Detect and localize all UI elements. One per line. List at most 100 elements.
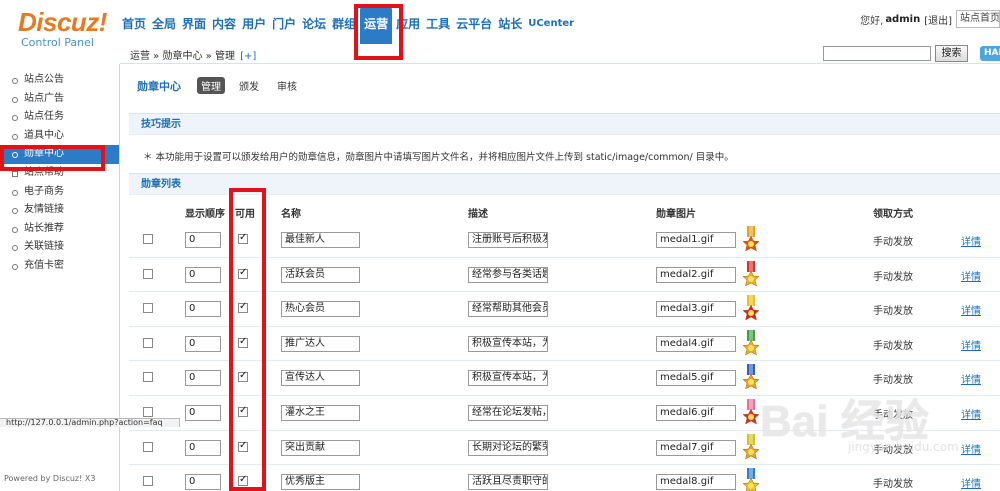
nav-item-11[interactable]: 云平台 xyxy=(454,0,494,44)
name-input[interactable]: 灌水之王 xyxy=(281,405,360,421)
sidebar-item-0[interactable]: 站点公告 xyxy=(0,71,119,90)
detail-link[interactable]: 详情 xyxy=(961,441,981,456)
sidebar-item-7[interactable]: 友情链接 xyxy=(0,201,119,220)
row-select-checkbox[interactable] xyxy=(143,372,153,383)
tab-0[interactable]: 管理 xyxy=(197,77,225,94)
name-input[interactable]: 最佳新人 xyxy=(281,232,360,248)
order-input[interactable]: 0 xyxy=(185,370,221,387)
detail-link[interactable]: 详情 xyxy=(961,337,981,352)
desc-input[interactable]: 积极宣传本站，为本 xyxy=(468,370,548,387)
nav-item-5[interactable]: 门户 xyxy=(270,0,298,44)
col-desc: 描述 xyxy=(468,209,488,220)
image-input[interactable]: medal5.gif xyxy=(656,370,736,387)
page-tabs: 管理 颁发 审核 xyxy=(197,77,311,94)
order-input[interactable]: 0 xyxy=(185,439,221,456)
breadcrumb-path: 运营 » 勋章中心 » 管理 xyxy=(130,51,235,62)
tab-2[interactable]: 审核 xyxy=(273,77,301,94)
sidebar-list: 站点公告 站点广告 站点任务 道具中心 勋章中心 站点帮助 电子商务 友情链接 站长推荐 关联链接… xyxy=(0,71,119,276)
highlight-operation-tab xyxy=(354,4,403,60)
detail-link[interactable]: 详情 xyxy=(961,371,981,386)
sidebar-item-9[interactable]: 关联链接 xyxy=(0,238,119,257)
desc-input[interactable]: 积极宣传本站，为本 xyxy=(468,335,548,352)
row-select-checkbox[interactable] xyxy=(143,476,153,487)
image-input[interactable]: medal7.gif xyxy=(656,439,736,456)
row-select-checkbox[interactable] xyxy=(143,234,153,244)
nav-item-0[interactable]: 首页 xyxy=(120,0,148,44)
image-input[interactable]: medal4.gif xyxy=(656,335,736,352)
nav-item-3[interactable]: 内容 xyxy=(210,0,238,44)
logo[interactable]: Discuz! Control Panel xyxy=(18,8,118,50)
tab-1[interactable]: 颁发 xyxy=(235,77,263,94)
row-select-checkbox[interactable] xyxy=(143,337,153,348)
detail-link[interactable]: 详情 xyxy=(961,233,981,248)
search-input[interactable] xyxy=(823,46,931,61)
medal-icon xyxy=(742,399,760,425)
row-select-checkbox[interactable] xyxy=(143,268,153,279)
logo-subtext: Control Panel xyxy=(21,36,94,49)
method-text: 手动发放 xyxy=(873,479,913,491)
detail-link[interactable]: 详情 xyxy=(961,302,981,317)
image-input[interactable]: medal2.gif xyxy=(656,266,736,283)
sidebar-item-10[interactable]: 充值卡密 xyxy=(0,257,119,276)
sidebar-item-8[interactable]: 站长推荐 xyxy=(0,220,119,239)
nav-item-12[interactable]: 站长 xyxy=(496,0,524,44)
nav-item-13[interactable]: UCenter xyxy=(526,0,576,44)
row-select-checkbox[interactable] xyxy=(143,441,153,452)
nav-item-10[interactable]: 工具 xyxy=(424,0,452,44)
desc-input[interactable]: 活跃且尽责职守的版 xyxy=(468,474,548,491)
order-input[interactable]: 0 xyxy=(185,335,221,352)
name-input[interactable]: 突出贡献 xyxy=(281,439,360,456)
order-input[interactable]: 0 xyxy=(185,474,221,491)
desc-input[interactable]: 经常在论坛发帖，且 xyxy=(468,405,548,421)
medal-icon xyxy=(742,468,760,491)
nav-item-1[interactable]: 全局 xyxy=(150,0,178,44)
method-text: 手动发放 xyxy=(873,237,913,248)
name-input[interactable]: 宣传达人 xyxy=(281,370,360,387)
tips-header: 技巧提示 xyxy=(129,113,1000,135)
image-input[interactable]: medal6.gif xyxy=(656,405,736,421)
order-input[interactable]: 0 xyxy=(185,405,221,421)
nav-item-6[interactable]: 论坛 xyxy=(300,0,328,44)
top-navigation: 首页 全局 界面 内容 用户 门户 论坛 群组 运营 应用 工具 云平台 站长 UCenter xyxy=(120,0,578,44)
name-input[interactable]: 优秀版主 xyxy=(281,474,360,491)
search-button[interactable]: 搜索 xyxy=(935,45,968,62)
row-select-checkbox[interactable] xyxy=(143,407,153,417)
medal-icon xyxy=(742,226,760,252)
site-home-select[interactable]: 站点首页 xyxy=(956,10,1000,28)
breadcrumb: 运营 » 勋章中心 » 管理 [+] xyxy=(130,47,256,62)
name-input[interactable]: 推广达人 xyxy=(281,335,360,352)
watermark-logo: Bai 经验 xyxy=(760,397,929,446)
desc-input[interactable]: 经常帮助其他会员答 xyxy=(468,301,548,318)
tips-text: ＊ 本功能用于设置可以颁发给用户的勋章信息，勋章图片中请填写图片文件名，并将相应… xyxy=(143,152,734,163)
highlight-medal-center xyxy=(0,145,105,171)
watermark: Bai 经验 jingyan.baidu.com xyxy=(760,397,959,455)
hai-button[interactable]: HAI xyxy=(980,46,1000,61)
highlight-enabled-column xyxy=(229,188,266,491)
image-input[interactable]: medal8.gif xyxy=(656,474,736,491)
desc-input[interactable]: 注册账号后积极发帖 xyxy=(468,232,548,248)
name-input[interactable]: 热心会员 xyxy=(281,301,360,318)
order-input[interactable]: 0 xyxy=(185,266,221,283)
sidebar-item-3[interactable]: 道具中心 xyxy=(0,127,119,146)
sidebar-item-2[interactable]: 站点任务 xyxy=(0,108,119,127)
detail-link[interactable]: 详情 xyxy=(961,475,981,490)
image-input[interactable]: medal3.gif xyxy=(656,301,736,318)
sidebar-item-1[interactable]: 站点广告 xyxy=(0,90,119,109)
row-select-checkbox[interactable] xyxy=(143,303,153,314)
medal-icon xyxy=(742,329,760,356)
col-name: 名称 xyxy=(281,209,301,220)
order-input[interactable]: 0 xyxy=(185,232,221,248)
logout-link[interactable]: [退出] xyxy=(924,12,952,27)
detail-link[interactable]: 详情 xyxy=(961,268,981,283)
desc-input[interactable]: 经常参与各类话题的 xyxy=(468,266,548,283)
image-input[interactable]: medal1.gif xyxy=(656,232,736,248)
desc-input[interactable]: 长期对论坛的繁荣而 xyxy=(468,439,548,456)
sidebar-item-6[interactable]: 电子商务 xyxy=(0,183,119,202)
sub-bar: 运营 » 勋章中心 » 管理 [+] 搜索 HAI xyxy=(120,44,1000,64)
order-input[interactable]: 0 xyxy=(185,301,221,318)
detail-link[interactable]: 详情 xyxy=(961,406,981,421)
name-input[interactable]: 活跃会员 xyxy=(281,266,360,283)
add-shortcut-link[interactable]: [+] xyxy=(240,51,256,62)
nav-item-4[interactable]: 用户 xyxy=(240,0,268,44)
nav-item-2[interactable]: 界面 xyxy=(180,0,208,44)
